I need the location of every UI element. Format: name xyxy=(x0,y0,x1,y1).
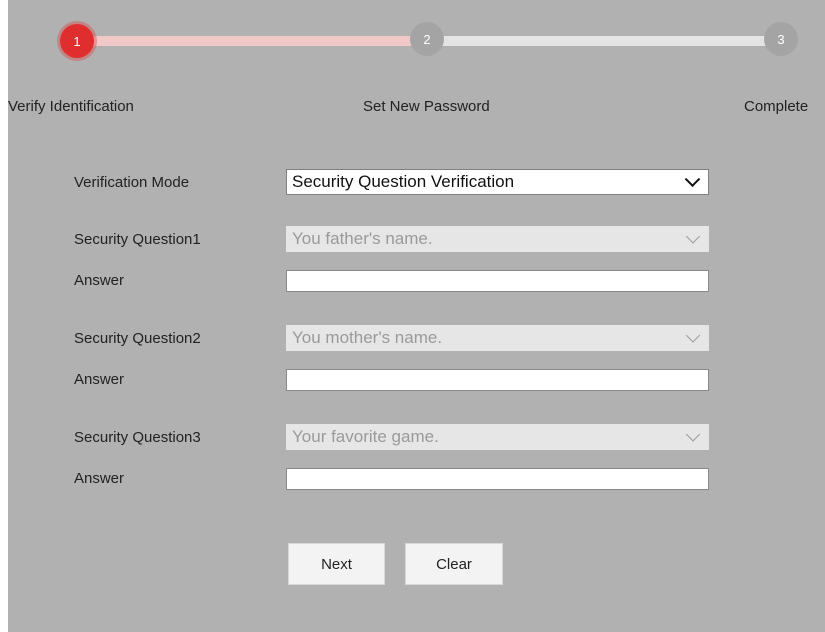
chevron-down-icon xyxy=(684,171,701,188)
security-question-1-select: You father's name. xyxy=(286,226,709,252)
security-question-2-value: You mother's name. xyxy=(292,328,443,347)
step-2-indicator: 2 xyxy=(410,22,444,56)
answer-1-label: Answer xyxy=(74,272,125,289)
security-question-2-label: Security Question2 xyxy=(74,330,201,347)
chevron-down-icon xyxy=(685,427,701,442)
security-question-2-select: You mother's name. xyxy=(286,325,709,351)
security-question-1-label: Security Question1 xyxy=(74,231,201,248)
security-question-3-label: Security Question3 xyxy=(74,429,201,446)
progress-track-completed xyxy=(77,36,427,46)
step-1-label: Verify Identification xyxy=(8,98,134,115)
verification-mode-select[interactable]: Security Question Verification xyxy=(286,169,709,195)
answer-3-label: Answer xyxy=(74,470,125,487)
step-1-indicator: 1 xyxy=(60,24,94,58)
clear-button[interactable]: Clear xyxy=(405,543,503,585)
next-button[interactable]: Next xyxy=(288,543,385,585)
progress-track-remaining xyxy=(427,36,781,46)
verification-mode-value: Security Question Verification xyxy=(292,172,515,191)
answer-3-input[interactable] xyxy=(286,468,709,490)
chevron-down-icon xyxy=(685,328,701,343)
verification-mode-label: Verification Mode xyxy=(74,174,190,191)
answer-2-input[interactable] xyxy=(286,369,709,391)
security-question-3-select: Your favorite game. xyxy=(286,424,709,450)
step-3-indicator: 3 xyxy=(764,22,798,56)
security-question-3-value: Your favorite game. xyxy=(292,427,439,446)
step-3-label: Complete xyxy=(744,98,809,115)
security-question-1-value: You father's name. xyxy=(292,229,433,248)
step-2-label: Set New Password xyxy=(363,98,490,115)
password-reset-panel xyxy=(8,0,825,632)
chevron-down-icon xyxy=(685,229,701,244)
answer-2-label: Answer xyxy=(74,371,125,388)
answer-1-input[interactable] xyxy=(286,270,709,292)
